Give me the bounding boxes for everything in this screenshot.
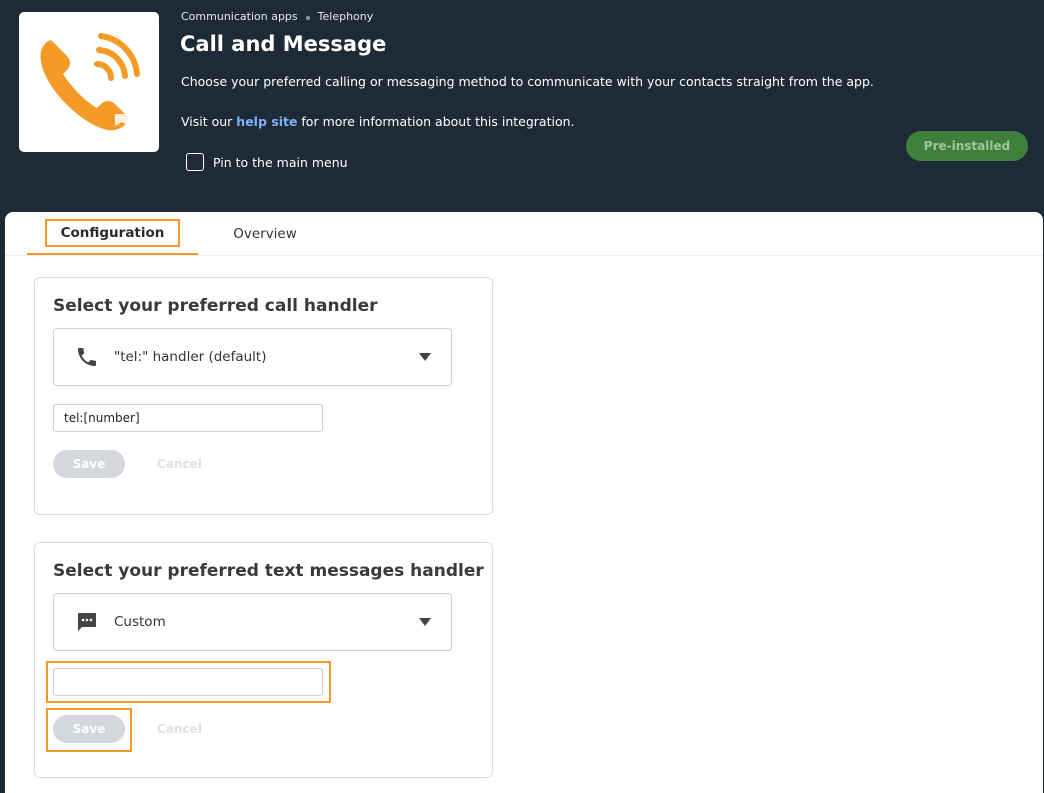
- tab-overview[interactable]: Overview: [210, 212, 320, 255]
- message-icon: [74, 609, 100, 635]
- breadcrumb: Communication apps Telephony: [181, 10, 373, 23]
- call-handler-value: "tel:" handler (default): [114, 349, 267, 365]
- page-title: Call and Message: [180, 32, 387, 56]
- call-handler-title: Select your preferred call handler: [53, 296, 378, 316]
- chevron-down-icon: [419, 618, 431, 626]
- call-save-button[interactable]: Save: [53, 450, 125, 478]
- phone-app-icon: [40, 33, 140, 131]
- breadcrumb-parent[interactable]: Communication apps: [181, 10, 298, 23]
- configuration-panel: Select your preferred call handler "tel:…: [5, 256, 1043, 793]
- pin-label: Pin to the main menu: [213, 154, 348, 170]
- sms-cancel-button[interactable]: Cancel: [157, 715, 202, 743]
- breadcrumb-current: Telephony: [317, 10, 374, 23]
- phone-icon: [74, 344, 100, 370]
- help-site-link[interactable]: help site: [236, 114, 297, 129]
- tab-configuration-label: Configuration: [44, 218, 181, 247]
- call-handler-input[interactable]: [53, 404, 323, 432]
- call-cancel-button[interactable]: Cancel: [157, 450, 202, 478]
- help-prefix: Visit our: [181, 114, 237, 129]
- sms-handler-input[interactable]: [53, 668, 323, 696]
- chevron-down-icon: [419, 353, 431, 361]
- pin-checkbox[interactable]: [186, 153, 204, 171]
- sms-handler-select[interactable]: Custom: [53, 593, 452, 651]
- app-logo: [19, 12, 159, 152]
- call-handler-select[interactable]: "tel:" handler (default): [53, 328, 452, 386]
- pin-to-menu[interactable]: Pin to the main menu: [186, 153, 348, 171]
- help-line: Visit our help site for more information…: [181, 114, 575, 129]
- tab-configuration[interactable]: Configuration: [27, 212, 198, 255]
- sms-handler-card: Select your preferred text messages hand…: [34, 542, 493, 778]
- sms-handler-title: Select your preferred text messages hand…: [53, 561, 484, 581]
- preinstalled-badge: Pre-installed: [906, 131, 1028, 161]
- help-suffix: for more information about this integrat…: [297, 114, 575, 129]
- sms-save-button[interactable]: Save: [53, 715, 125, 743]
- app-description: Choose your preferred calling or messagi…: [181, 74, 874, 89]
- breadcrumb-separator-icon: [305, 15, 310, 20]
- sms-handler-value: Custom: [114, 614, 166, 630]
- tab-bar: Configuration Overview: [5, 212, 1043, 256]
- app-header: Communication apps Telephony Call and Me…: [0, 0, 1044, 230]
- call-handler-card: Select your preferred call handler "tel:…: [34, 277, 493, 515]
